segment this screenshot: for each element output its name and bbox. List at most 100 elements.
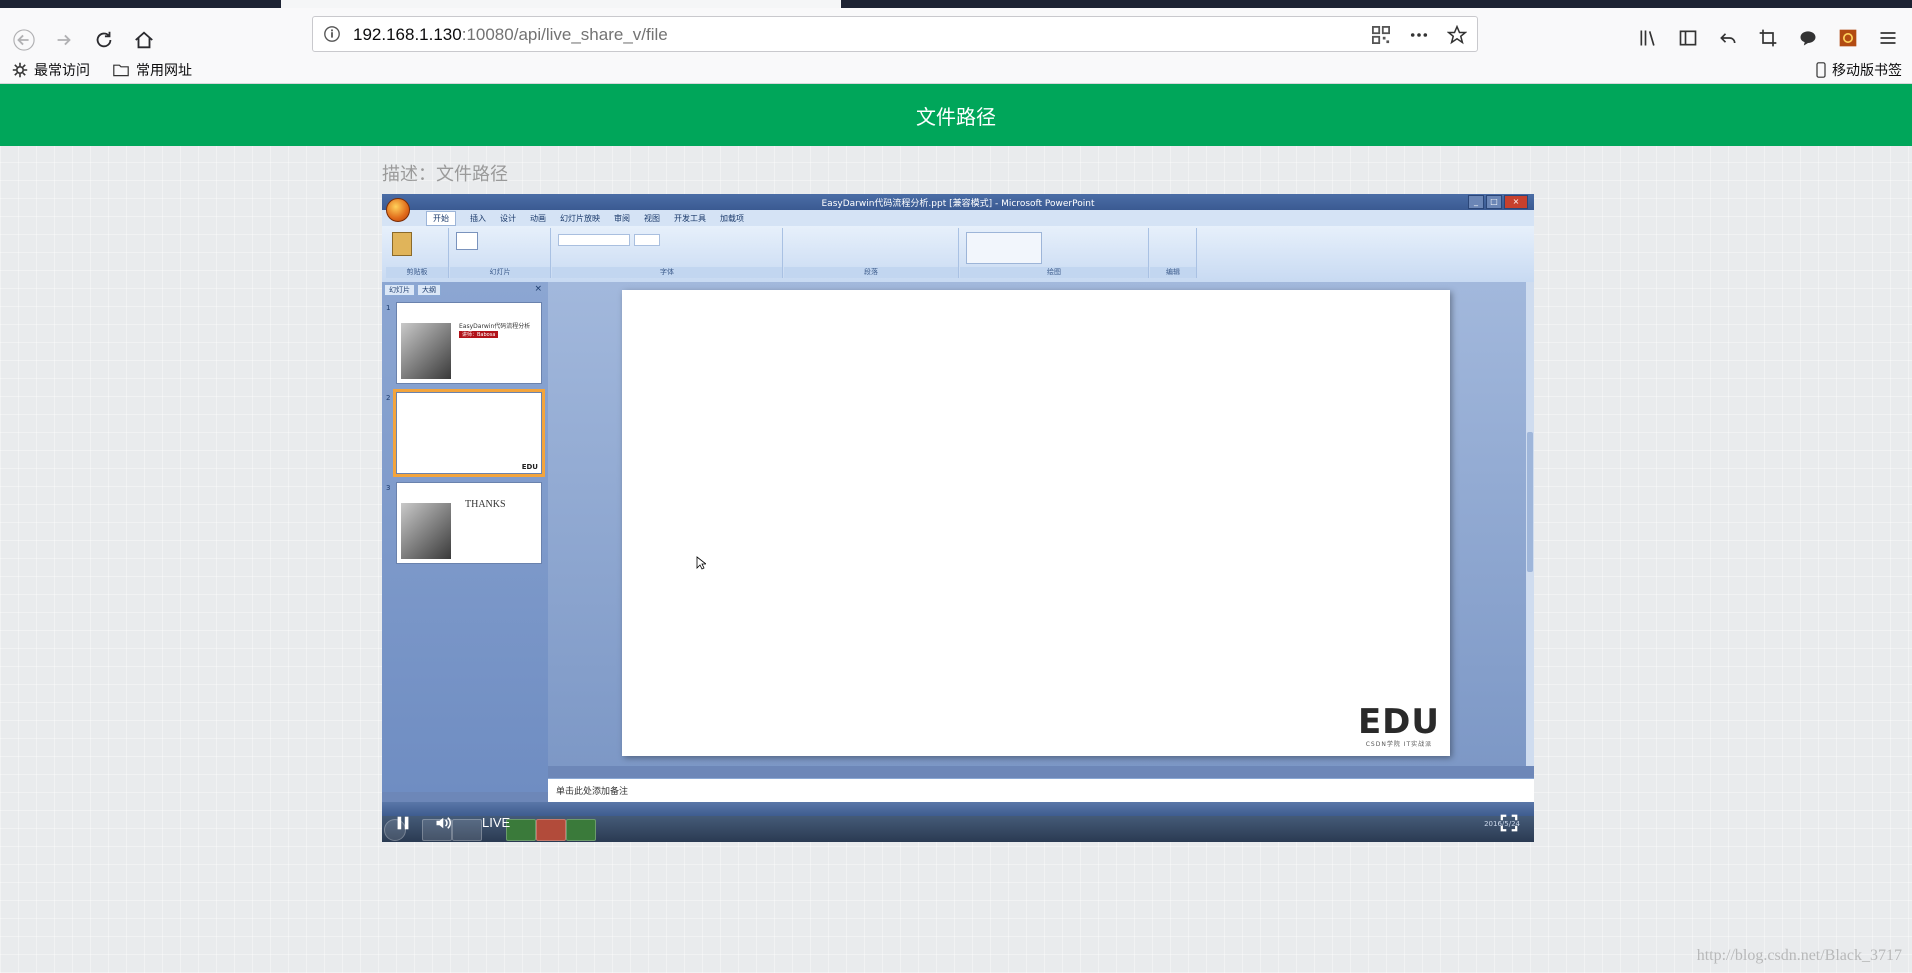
new-slide-icon — [456, 232, 478, 250]
ppt-titlebar: EasyDarwin代码流程分析.ppt [兼容模式] - Microsoft … — [382, 194, 1534, 210]
ppt-window-buttons: _ □ × — [1468, 195, 1528, 209]
extension-icon[interactable] — [1830, 20, 1866, 56]
bookmark-common-sites[interactable]: 常用网址 — [112, 60, 192, 80]
url-text[interactable]: 192.168.1.130:10080/api/live_share_v/fil… — [353, 25, 668, 45]
bookmark-label: 移动版书签 — [1832, 63, 1902, 79]
notes-placeholder: 单击此处添加备注 — [556, 787, 629, 797]
ribbon-group-clipboard: 剪贴板 — [386, 228, 449, 278]
thumb-author: 讲师：Babosa — [459, 331, 499, 338]
page-actions-icon[interactable] — [1407, 23, 1431, 47]
ppt-tab: 视图 — [644, 213, 660, 223]
gear-icon — [12, 62, 28, 78]
ppt-notes-pane: 单击此处添加备注 — [548, 778, 1534, 803]
edu-logo: EDU CSDN学院 IT实战派 — [1358, 705, 1440, 748]
url-host: 192.168.1.130 — [353, 25, 462, 44]
forward-button[interactable] — [44, 20, 84, 60]
pane-close-icon: × — [534, 284, 542, 294]
home-icon — [135, 31, 153, 49]
ribbon-group-slides: 幻灯片 — [450, 228, 551, 278]
close-icon: × — [1504, 195, 1528, 209]
fullscreen-button[interactable] — [1498, 812, 1520, 834]
thumb-logo: EDU — [521, 463, 538, 471]
ribbon-group-paragraph: 段落 — [784, 228, 959, 278]
mouse-cursor-icon — [696, 556, 706, 570]
folder-icon — [113, 64, 129, 77]
bookmark-mobile[interactable]: 移动版书签 — [1816, 60, 1902, 80]
font-name-box — [558, 234, 630, 246]
ppt-tab: 插入 — [470, 213, 486, 223]
library-icon[interactable] — [1630, 20, 1666, 56]
group-label: 字体 — [552, 267, 782, 278]
ppt-scrollbar — [1526, 282, 1534, 766]
pause-button[interactable] — [392, 812, 414, 834]
ppt-ribbon: 剪贴板 幻灯片 字体 段落 绘图 编辑 — [382, 226, 1534, 283]
info-icon[interactable] — [323, 25, 341, 43]
ppt-tab: 动画 — [530, 213, 546, 223]
volume-button[interactable] — [432, 812, 456, 834]
arrow-left-icon — [13, 29, 35, 51]
ribbon-group-editing: 编辑 — [1150, 228, 1197, 278]
minimize-icon: _ — [1468, 195, 1484, 209]
ppt-window-title: EasyDarwin代码流程分析.ppt [兼容模式] - Microsoft … — [821, 199, 1095, 209]
phone-icon — [1816, 62, 1826, 78]
live-label: LIVE — [482, 815, 511, 830]
current-slide: EDU CSDN学院 IT实战派 — [622, 290, 1450, 756]
slide-thumbnail-2: EDU — [393, 389, 545, 477]
thumb-title: EasyDarwin代码流程分析 — [459, 323, 531, 330]
ppt-work-area: EDU CSDN学院 IT实战派 — [548, 282, 1534, 766]
active-tab[interactable] — [281, 0, 841, 8]
url-bar[interactable]: 192.168.1.130:10080/api/live_share_v/fil… — [312, 16, 1478, 52]
thumb-number: 3 — [386, 484, 391, 492]
qr-code-icon[interactable] — [1369, 23, 1393, 47]
edu-logo-text: EDU — [1357, 702, 1440, 742]
description-text: 描述：文件路径 — [382, 164, 508, 185]
page-title: 文件路径 — [916, 104, 996, 129]
maximize-icon: □ — [1486, 195, 1502, 209]
office-button-icon — [386, 198, 410, 222]
bookmark-most-visited[interactable]: 最常访问 — [12, 60, 90, 80]
url-path: :10080/api/live_share_v/file — [461, 25, 668, 44]
watermark: http://blog.csdn.net/Black_3717 — [1696, 947, 1902, 964]
scrollbar-thumb — [1527, 432, 1533, 572]
bookmark-label: 常用网址 — [136, 63, 192, 79]
thumb-number: 1 — [386, 304, 391, 312]
ppt-tab: 加载项 — [720, 213, 744, 223]
bookmark-star-icon[interactable] — [1445, 23, 1469, 47]
crop-icon[interactable] — [1750, 20, 1786, 56]
ppt-tab: 幻灯片放映 — [560, 213, 600, 223]
slide-thumbnail-1: EasyDarwin代码流程分析 讲师：Babosa — [396, 302, 542, 384]
back-button[interactable] — [4, 20, 44, 60]
sidebar-icon[interactable] — [1670, 20, 1706, 56]
slide-thumbnail-3: THANKS — [396, 482, 542, 564]
group-label: 幻灯片 — [450, 267, 550, 278]
reload-icon — [96, 31, 112, 48]
font-size-box — [634, 234, 660, 246]
video-player[interactable]: EasyDarwin代码流程分析.ppt [兼容模式] - Microsoft … — [382, 194, 1534, 842]
thumb-number: 2 — [386, 394, 391, 402]
ppt-tab: 开始 — [426, 210, 456, 226]
ppt-slides-pane: 幻灯片 大纲 × 1 EasyDarwin代码流程分析 讲师：Babosa 2 … — [382, 282, 548, 792]
chat-icon[interactable] — [1790, 20, 1826, 56]
shapes-gallery — [966, 232, 1042, 264]
group-label: 绘图 — [960, 267, 1148, 278]
ppt-tab: 设计 — [500, 213, 516, 223]
player-controls: LIVE — [382, 804, 1534, 840]
ppt-tab: 开发工具 — [674, 213, 706, 223]
home-button[interactable] — [124, 20, 164, 60]
group-label: 编辑 — [1150, 267, 1196, 278]
outline-tab: 大纲 — [417, 284, 441, 296]
undo-icon[interactable] — [1710, 20, 1746, 56]
arrow-right-icon — [57, 34, 71, 46]
ppt-ribbon-tabs: 开始 插入 设计 动画 幻灯片放映 审阅 视图 开发工具 加载项 — [382, 210, 1534, 226]
edu-logo-sub: CSDN学院 IT实战派 — [1365, 741, 1433, 748]
fullscreen-icon — [1500, 814, 1518, 832]
thumb-image — [401, 323, 451, 379]
bookmark-label: 最常访问 — [34, 63, 90, 79]
tab-strip — [0, 0, 1912, 8]
ribbon-group-font: 字体 — [552, 228, 783, 278]
slides-tab: 幻灯片 — [384, 284, 415, 296]
menu-icon[interactable] — [1870, 20, 1906, 56]
reload-button[interactable] — [84, 20, 124, 60]
slides-pane-tabs: 幻灯片 大纲 — [384, 284, 441, 296]
pause-icon — [397, 816, 409, 830]
